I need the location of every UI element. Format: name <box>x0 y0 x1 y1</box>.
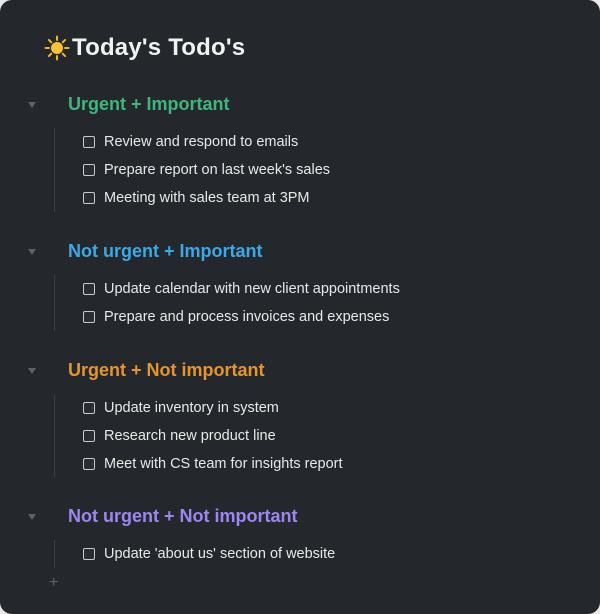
todo-panel: Today's Todo's Urgent + Important Review… <box>0 0 600 614</box>
todo-list: Update 'about us' section of website <box>54 540 600 568</box>
todo-list: Update calendar with new client appointm… <box>54 275 600 331</box>
todo-item-label[interactable]: Prepare report on last week's sales <box>104 162 330 178</box>
todo-list: Review and respond to emails Prepare rep… <box>54 128 600 212</box>
todo-checkbox[interactable] <box>83 458 95 470</box>
collapse-toggle-icon[interactable] <box>26 511 38 523</box>
todo-checkbox[interactable] <box>83 311 95 323</box>
todo-item-label[interactable]: Update inventory in system <box>104 400 279 416</box>
section-urgent-important: Urgent + Important Review and respond to… <box>0 90 600 212</box>
todo-item: Meeting with sales team at 3PM <box>83 184 600 212</box>
todo-item-label[interactable]: Update 'about us' section of website <box>104 546 335 562</box>
section-header: Urgent + Important <box>0 90 600 120</box>
todo-item: Update 'about us' section of website <box>83 540 600 568</box>
todo-item: Meet with CS team for insights report <box>83 450 600 478</box>
section-header: Not urgent + Important <box>0 237 600 267</box>
page-title-text: Today's Todo's <box>72 34 246 61</box>
section-not-urgent-not-important: Not urgent + Not important Update 'about… <box>0 502 600 568</box>
section-header: Not urgent + Not important <box>0 502 600 532</box>
todo-item-label[interactable]: Review and respond to emails <box>104 134 298 150</box>
section-title-not-urgent-important: Not urgent + Important <box>68 241 263 261</box>
section-title-urgent-important: Urgent + Important <box>68 94 230 114</box>
sun-icon <box>44 35 70 61</box>
add-item-button[interactable]: + <box>49 575 58 591</box>
collapse-toggle-icon[interactable] <box>26 99 38 111</box>
collapse-toggle-icon[interactable] <box>26 246 38 258</box>
todo-item-label[interactable]: Research new product line <box>104 428 276 444</box>
todo-item: Review and respond to emails <box>83 128 600 156</box>
todo-item: Research new product line <box>83 422 600 450</box>
todo-list: Update inventory in system Research new … <box>54 394 600 478</box>
todo-item-label[interactable]: Meeting with sales team at 3PM <box>104 190 310 206</box>
todo-item: Prepare report on last week's sales <box>83 156 600 184</box>
todo-checkbox[interactable] <box>83 548 95 560</box>
todo-checkbox[interactable] <box>83 136 95 148</box>
section-urgent-not-important: Urgent + Not important Update inventory … <box>0 356 600 478</box>
collapse-toggle-icon[interactable] <box>26 365 38 377</box>
todo-checkbox[interactable] <box>83 164 95 176</box>
todo-item: Prepare and process invoices and expense… <box>83 303 600 331</box>
todo-item: Update inventory in system <box>83 394 600 422</box>
section-title-urgent-not-important: Urgent + Not important <box>68 360 265 380</box>
section-not-urgent-important: Not urgent + Important Update calendar w… <box>0 237 600 331</box>
todo-item: Update calendar with new client appointm… <box>83 275 600 303</box>
todo-item-label[interactable]: Update calendar with new client appointm… <box>104 281 400 297</box>
todo-checkbox[interactable] <box>83 430 95 442</box>
page-title: Today's Todo's <box>44 30 245 66</box>
todo-checkbox[interactable] <box>83 402 95 414</box>
todo-checkbox[interactable] <box>83 192 95 204</box>
todo-item-label[interactable]: Meet with CS team for insights report <box>104 456 343 472</box>
section-title-not-urgent-not-important: Not urgent + Not important <box>68 506 298 526</box>
todo-item-label[interactable]: Prepare and process invoices and expense… <box>104 309 389 325</box>
section-header: Urgent + Not important <box>0 356 600 386</box>
todo-checkbox[interactable] <box>83 283 95 295</box>
